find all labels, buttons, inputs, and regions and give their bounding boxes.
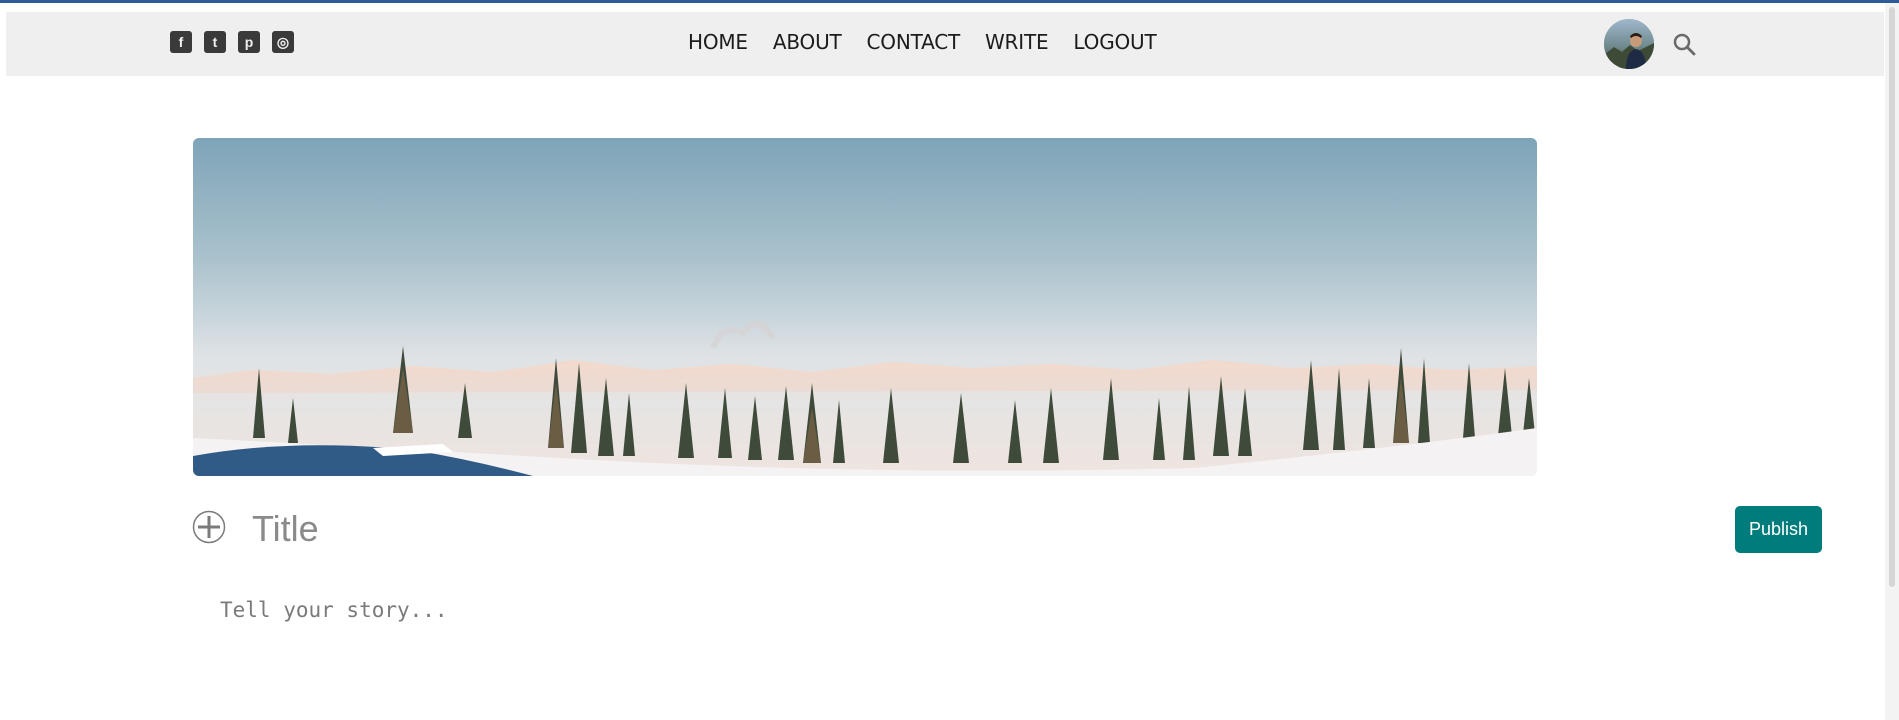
- nav-logout-link[interactable]: LOGOUT: [1073, 30, 1156, 54]
- nav-contact-link[interactable]: CONTACT: [867, 30, 961, 54]
- publish-button[interactable]: Publish: [1735, 506, 1822, 553]
- twitter-square-icon[interactable]: t: [204, 31, 226, 53]
- plus-circle-icon[interactable]: [192, 510, 226, 544]
- instagram-square-icon[interactable]: ◎: [272, 31, 294, 53]
- cover-image: [193, 138, 1537, 476]
- title-input[interactable]: [250, 500, 1654, 558]
- snowy-forest-mountain-photo: [193, 138, 1537, 476]
- pinterest-square-icon[interactable]: p: [238, 31, 260, 53]
- profile-avatar[interactable]: [1604, 19, 1654, 69]
- avatar-photo: [1604, 19, 1654, 69]
- search-icon[interactable]: [1672, 32, 1696, 56]
- nav-about-link[interactable]: ABOUT: [773, 30, 842, 54]
- facebook-square-icon[interactable]: f: [170, 31, 192, 53]
- main-menu: HOME ABOUT CONTACT WRITE LOGOUT: [688, 30, 1157, 54]
- window-top-border: [0, 0, 1899, 3]
- nav-home-link[interactable]: HOME: [688, 30, 748, 54]
- page-scrollbar[interactable]: [1885, 3, 1899, 720]
- scrollbar-thumb[interactable]: [1889, 7, 1895, 587]
- nav-write-link[interactable]: WRITE: [985, 30, 1049, 54]
- social-links: f t p ◎: [170, 31, 294, 53]
- story-textarea[interactable]: [218, 596, 1822, 710]
